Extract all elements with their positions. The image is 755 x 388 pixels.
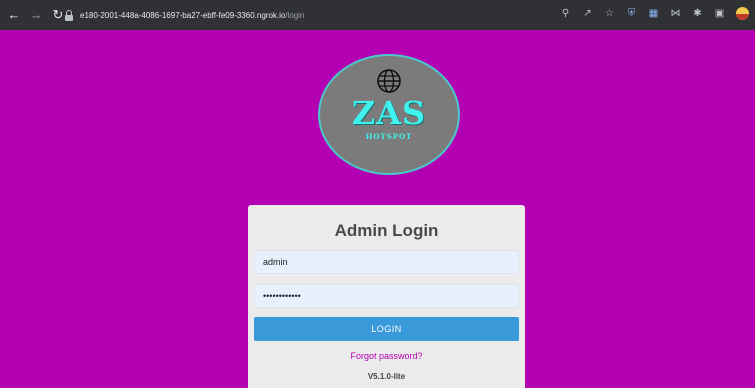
login-card: Admin Login LOGIN Forgot password? V5.1.… — [248, 205, 525, 388]
url-text[interactable]: e180-2001-448a-4086-1697-ba27-ebff-fe09-… — [80, 11, 304, 20]
profile-avatar[interactable] — [736, 7, 749, 20]
login-button[interactable]: LOGIN — [254, 317, 519, 341]
forward-arrow-icon[interactable]: → — [28, 7, 44, 23]
url-host: e180-2001-448a-4086-1697-ba27-ebff-fe09-… — [80, 10, 286, 20]
logo-subtitle: HOTSPOT — [365, 132, 413, 141]
logo-title: ZAS — [351, 94, 427, 132]
login-title: Admin Login — [334, 221, 439, 240]
password-input[interactable] — [254, 284, 519, 308]
extension-icon[interactable]: ▦ — [648, 8, 659, 19]
sidebar-icon[interactable]: ▣ — [714, 8, 725, 19]
star-icon[interactable]: ☆ — [604, 8, 615, 19]
shield-extension-icon[interactable]: ⛨ — [626, 8, 637, 19]
share-icon[interactable]: ↗ — [582, 8, 593, 19]
username-input[interactable] — [254, 250, 519, 274]
forgot-password-link[interactable]: Forgot password? — [248, 351, 525, 361]
globe-icon — [377, 69, 401, 93]
toolbar-icons: ⚲ ↗ ☆ ⛨ ▦ ⋈ ✱ ▣ — [560, 7, 749, 20]
puzzle-icon[interactable]: ✱ — [692, 8, 703, 19]
version-label: V5.1.0-lite — [367, 372, 406, 381]
zas-hotspot-logo: ZAS HOTSPOT — [318, 54, 460, 175]
lock-icon[interactable] — [64, 9, 74, 21]
key-icon[interactable]: ⚲ — [560, 8, 571, 19]
network-extension-icon[interactable]: ⋈ — [670, 8, 681, 19]
browser-toolbar: ← → ↻ e180-2001-448a-4086-1697-ba27-ebff… — [0, 0, 755, 30]
url-path: /login — [285, 10, 305, 20]
back-arrow-icon[interactable]: ← — [6, 7, 22, 23]
